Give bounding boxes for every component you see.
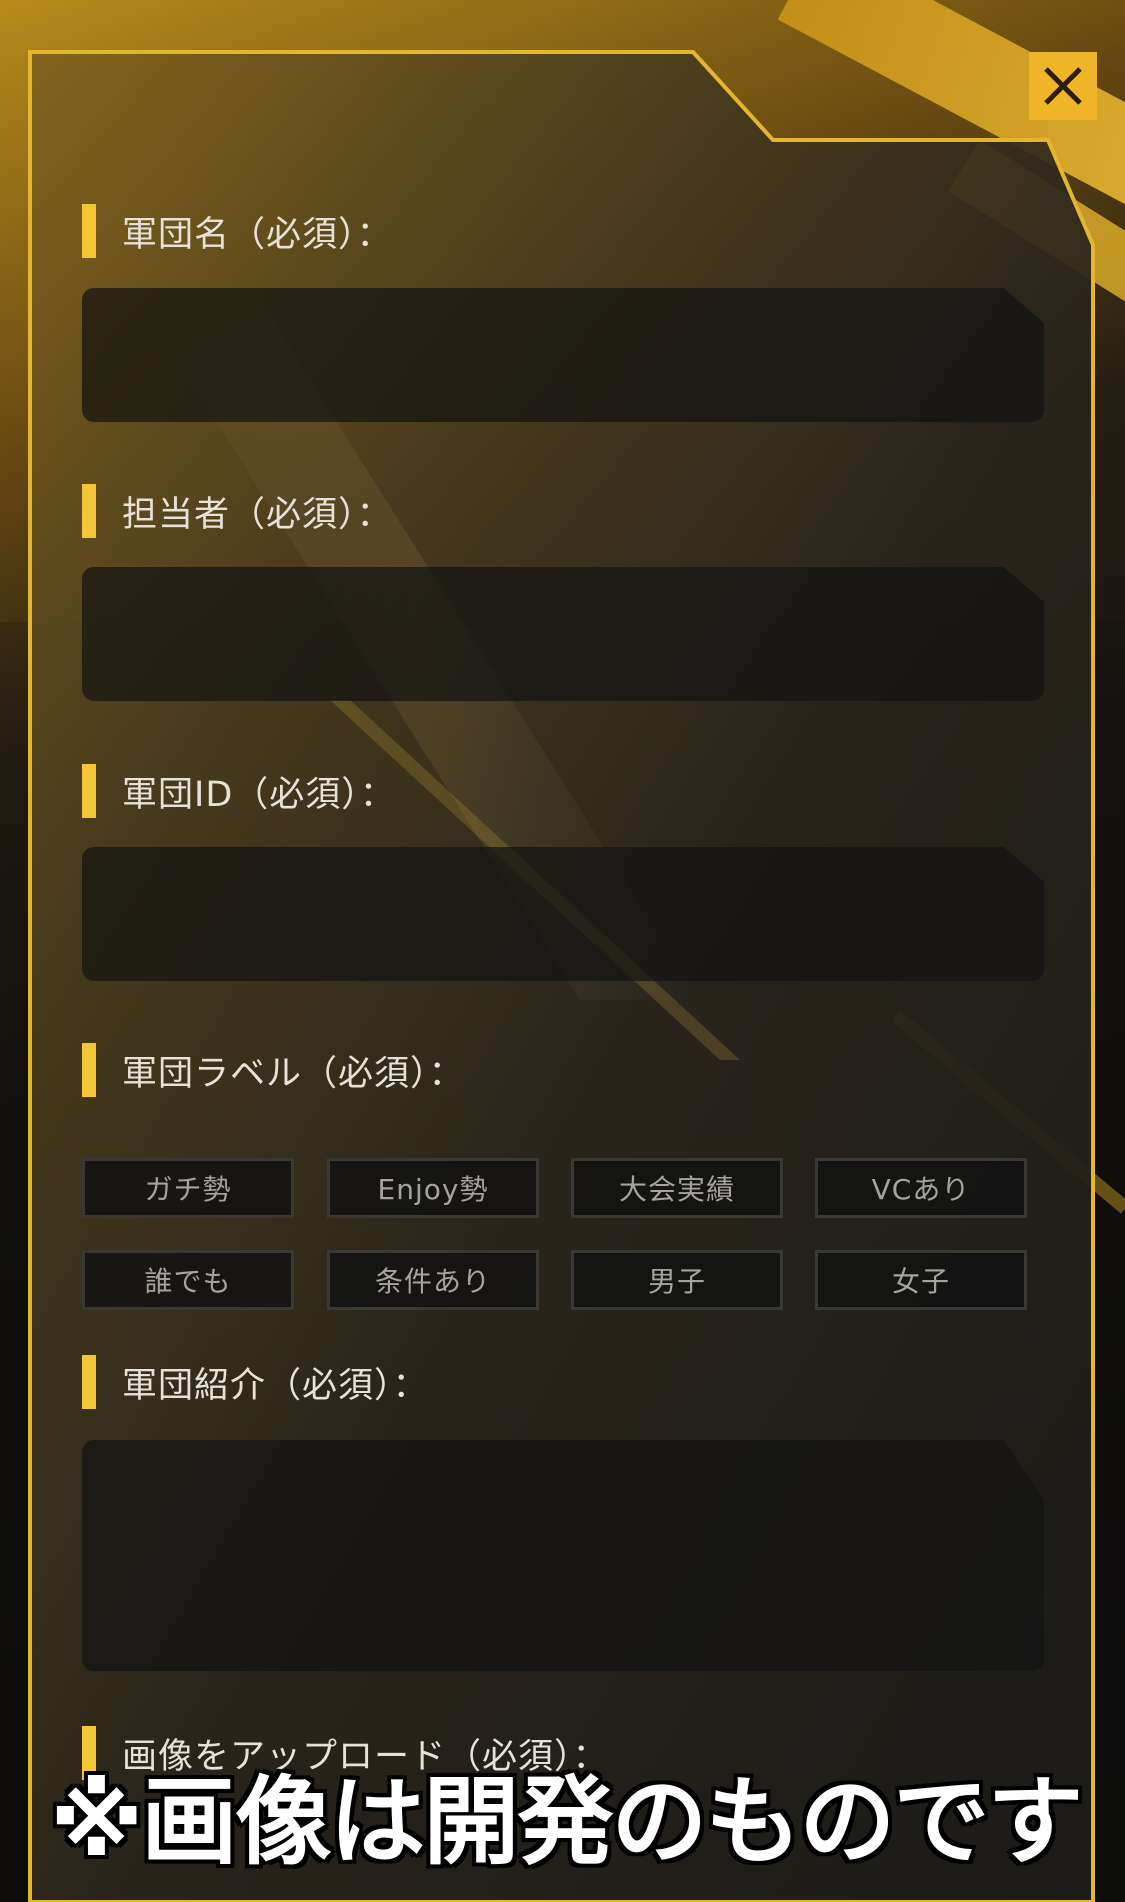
tag-vc[interactable]: VCあり (815, 1158, 1027, 1218)
label-accent-bar (82, 204, 96, 258)
corps-name-label: 軍団名（必須）： (82, 204, 393, 258)
corps-labels-label-text: 軍団ラベル（必須）： (122, 1053, 465, 1094)
tag-female[interactable]: 女子 (815, 1250, 1027, 1310)
corps-id-label: 軍団ID（必須）： (82, 764, 396, 818)
corps-intro-label: 軍団紹介（必須）： (82, 1355, 429, 1409)
tag-enjoy[interactable]: Enjoy勢 (327, 1158, 539, 1218)
overlay-caption: ※画像は開発のものです (47, 1763, 1086, 1881)
corps-name-label-text: 軍団名（必須）： (122, 214, 393, 255)
corps-id-label-text: 軍団ID（必須）： (122, 774, 396, 815)
tag-anyone[interactable]: 誰でも (82, 1250, 294, 1310)
corps-name-input[interactable] (82, 288, 1044, 422)
label-accent-bar (82, 1355, 96, 1409)
corps-intro-textarea[interactable] (82, 1440, 1044, 1671)
close-button[interactable] (1029, 52, 1097, 120)
tag-male[interactable]: 男子 (571, 1250, 783, 1310)
corps-labels-label: 軍団ラベル（必須）： (82, 1043, 465, 1097)
manager-label: 担当者（必須）： (82, 484, 393, 538)
label-accent-bar (82, 484, 96, 538)
corps-intro-label-text: 軍団紹介（必須）： (122, 1365, 429, 1406)
label-accent-bar (82, 764, 96, 818)
manager-label-text: 担当者（必須）： (122, 494, 393, 535)
label-accent-bar (82, 1043, 96, 1097)
app-screen: 軍団名（必須）： 担当者（必須）： 軍団ID（必須）： 軍団ラベル（必須）： ガ… (0, 0, 1125, 1902)
close-icon (1044, 67, 1082, 105)
tag-gachi[interactable]: ガチ勢 (82, 1158, 294, 1218)
tag-conditions[interactable]: 条件あり (327, 1250, 539, 1310)
manager-input[interactable] (82, 567, 1044, 701)
corps-id-input[interactable] (82, 847, 1044, 981)
tag-tournament[interactable]: 大会実績 (571, 1158, 783, 1218)
